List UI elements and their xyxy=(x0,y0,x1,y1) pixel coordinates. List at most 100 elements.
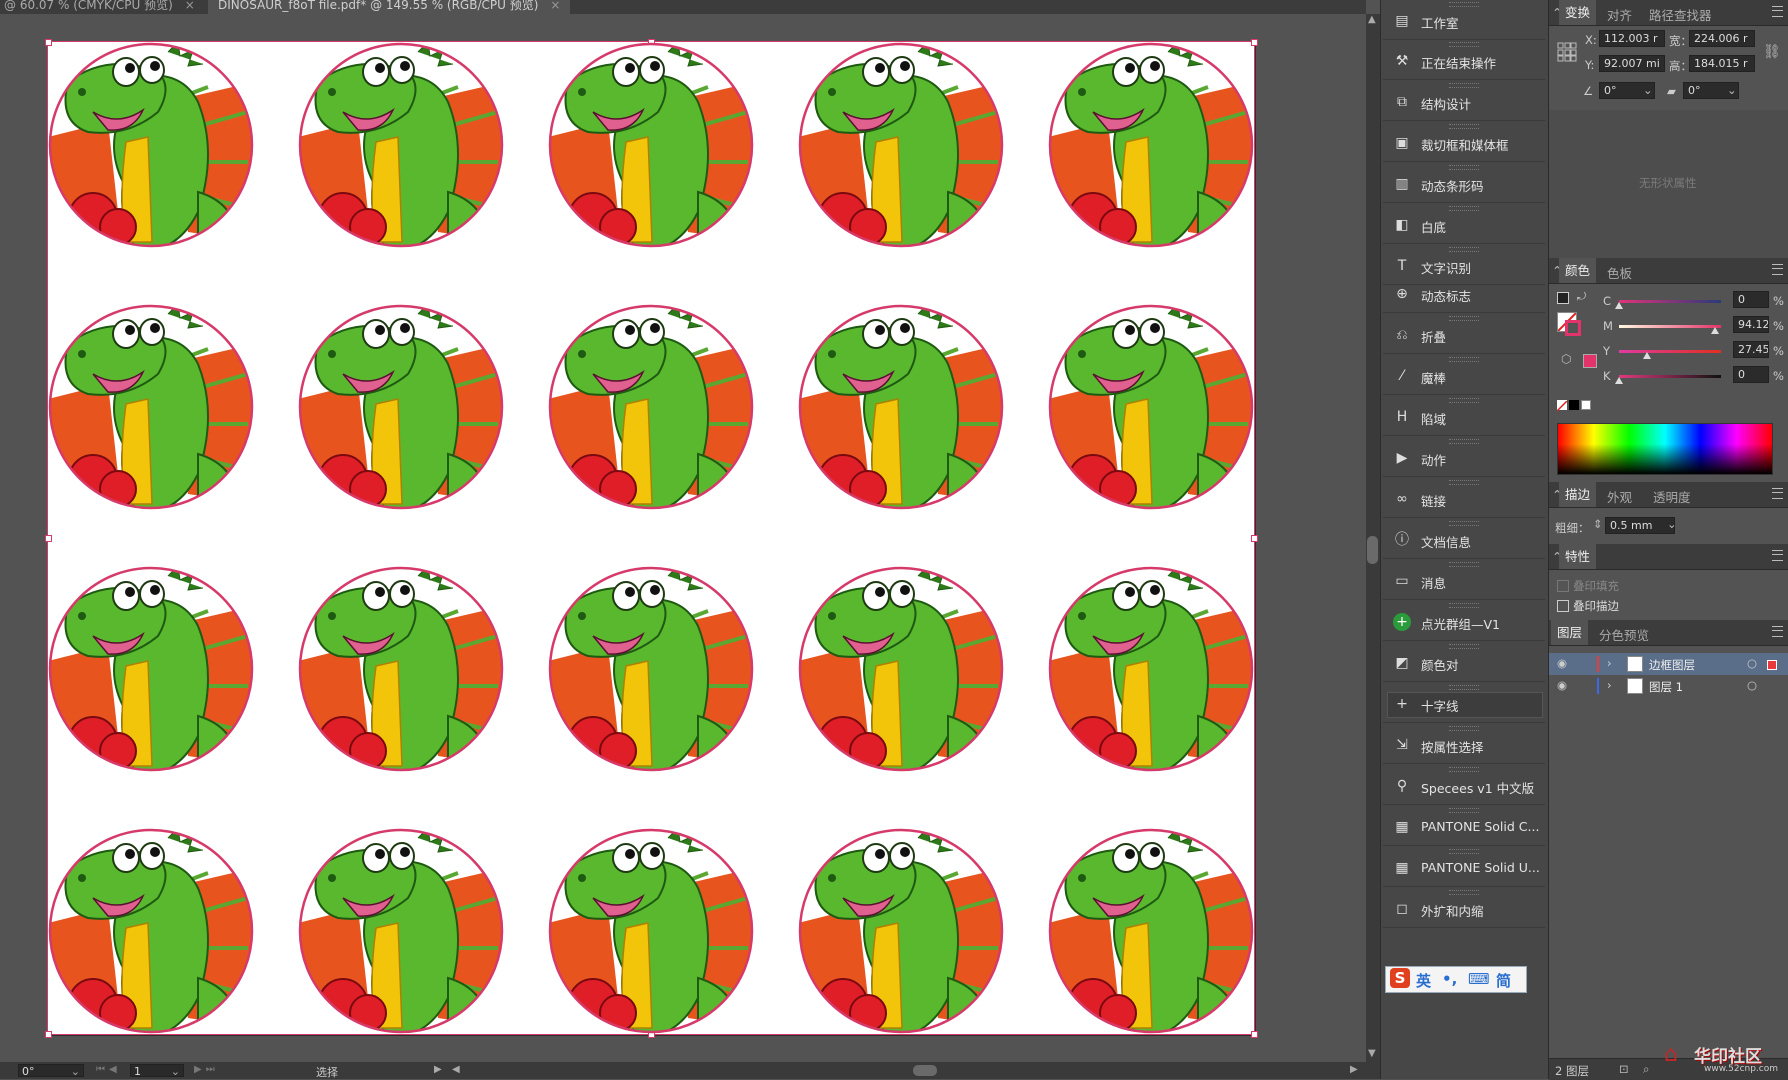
vertical-scroll-thumb[interactable] xyxy=(1367,536,1378,564)
page-field[interactable]: 1 ⌄ xyxy=(130,1064,184,1078)
overprint-stroke-checkbox[interactable] xyxy=(1557,600,1569,612)
white-swatch[interactable] xyxy=(1581,400,1591,410)
x-field[interactable]: 112.003 r xyxy=(1599,30,1665,47)
tool-item[interactable]: ⧉ 结构设计 xyxy=(1383,81,1545,121)
none-swatch[interactable] xyxy=(1556,400,1568,412)
dragon-sticker[interactable] xyxy=(48,566,254,772)
horizontal-scroll-thumb[interactable] xyxy=(913,1065,937,1076)
dragon-sticker[interactable] xyxy=(798,828,1004,1034)
dragon-sticker[interactable] xyxy=(548,828,754,1034)
grip-icon[interactable] xyxy=(1449,206,1479,211)
eye-icon[interactable]: ◉ xyxy=(1557,656,1567,670)
tool-item[interactable]: ▥ 动态条形码 xyxy=(1383,163,1545,203)
tool-item[interactable]: ∞ 链接 xyxy=(1383,478,1545,518)
target-circle-icon[interactable]: ○ xyxy=(1747,678,1757,692)
reference-point-icon[interactable] xyxy=(1557,42,1577,62)
width-field[interactable]: 224.006 r xyxy=(1689,30,1755,47)
grip-icon[interactable] xyxy=(1449,480,1479,485)
tool-item[interactable]: ⓘ 文档信息 xyxy=(1383,519,1545,559)
tool-item[interactable]: ◻ 外扩和内缩 xyxy=(1383,888,1545,928)
tab-swatches[interactable]: 色板 xyxy=(1607,263,1632,282)
tool-item[interactable]: ▭ 消息 xyxy=(1383,560,1545,600)
chevron-down-icon[interactable]: ⌄ xyxy=(71,1065,80,1078)
panel-menu-icon[interactable] xyxy=(1772,550,1783,561)
tab-layers[interactable]: 图层 xyxy=(1551,620,1589,645)
ime-punct[interactable]: •, xyxy=(1442,970,1457,988)
tab-pathfinder[interactable]: 路径查找器 xyxy=(1649,5,1712,24)
swap-colors-icon[interactable]: ⤾ xyxy=(1577,290,1586,304)
dragon-sticker[interactable] xyxy=(548,566,754,772)
channel-value-field[interactable]: 0 xyxy=(1733,366,1769,383)
tab-appearance[interactable]: 外观 xyxy=(1607,487,1632,506)
dragon-sticker[interactable] xyxy=(298,566,504,772)
grip-icon[interactable] xyxy=(1449,398,1479,403)
scroll-down-icon[interactable]: ▼ xyxy=(1368,1048,1376,1059)
grip-icon[interactable] xyxy=(1449,439,1479,444)
slider-thumb[interactable] xyxy=(1615,377,1623,384)
grip-icon[interactable] xyxy=(1449,316,1479,321)
overprint-fill-checkbox[interactable] xyxy=(1557,580,1569,592)
ime-toolbar[interactable]: S 英 •, ⌨ 简 xyxy=(1385,966,1527,993)
tool-item[interactable]: H 陷域 xyxy=(1383,396,1545,436)
ime-mode[interactable]: 简 xyxy=(1496,970,1511,991)
grip-icon[interactable] xyxy=(1449,685,1479,690)
channel-value-field[interactable]: 0 xyxy=(1733,291,1769,308)
panel-menu-icon[interactable] xyxy=(1772,626,1783,637)
grip-icon[interactable] xyxy=(1449,124,1479,129)
document-tab-2[interactable]: DINOSAUR_f8oT file.pdf* @ 149.55 % (RGB/… xyxy=(208,0,571,14)
tab-transform[interactable]: 变换 xyxy=(1559,0,1597,25)
play-icon[interactable]: ▶ xyxy=(434,1064,442,1075)
ime-lang[interactable]: 英 xyxy=(1416,970,1431,991)
panel-menu-icon[interactable] xyxy=(1772,6,1783,17)
tab-align[interactable]: 对齐 xyxy=(1607,5,1632,24)
expand-arrow-icon[interactable]: › xyxy=(1607,656,1612,670)
scroll-up-icon[interactable]: ▲ xyxy=(1368,14,1376,25)
page-nav-last-icon[interactable]: ▶⏭ xyxy=(194,1064,219,1075)
keyboard-icon[interactable]: ⌨ xyxy=(1468,970,1490,988)
slider-thumb[interactable] xyxy=(1615,302,1623,309)
channel-slider[interactable] xyxy=(1619,325,1721,328)
chevron-down-icon[interactable]: ⌄ xyxy=(171,1065,180,1078)
dragon-sticker[interactable] xyxy=(48,42,254,248)
grip-icon[interactable] xyxy=(1449,603,1479,608)
dragon-sticker[interactable] xyxy=(1048,828,1254,1034)
grip-icon[interactable] xyxy=(1449,644,1479,649)
rotation-field[interactable]: 0° ⌄ xyxy=(18,1064,84,1078)
tool-item[interactable]: + 点光群组—V1 xyxy=(1383,601,1545,641)
eye-icon[interactable]: ◉ xyxy=(1557,678,1567,692)
dragon-sticker[interactable] xyxy=(798,42,1004,248)
tool-item[interactable]: ▶ 动作 xyxy=(1383,437,1545,477)
target-circle-icon[interactable]: ○ xyxy=(1747,656,1757,670)
dragon-sticker[interactable] xyxy=(48,304,254,510)
grip-icon[interactable] xyxy=(1449,767,1479,772)
page-nav-first-icon[interactable]: ⏮◀ xyxy=(96,1064,121,1075)
channel-slider[interactable] xyxy=(1619,350,1721,353)
dragon-sticker[interactable] xyxy=(1048,566,1254,772)
document-tab-1[interactable]: @ 60.07 % (CMYK/CPU 预览) × xyxy=(0,0,205,14)
dragon-sticker[interactable] xyxy=(298,42,504,248)
tool-item[interactable]: ▦ PANTONE Solid U... xyxy=(1383,847,1545,887)
tool-item[interactable]: ⚒ 正在结束操作 xyxy=(1383,40,1545,80)
dragon-sticker[interactable] xyxy=(1048,42,1254,248)
grip-icon[interactable] xyxy=(1449,2,1479,7)
stroke-swatch[interactable] xyxy=(1565,320,1581,336)
tool-item[interactable]: ⊕ 动态标志 xyxy=(1383,273,1545,313)
tool-item[interactable]: ⁄ 魔棒 xyxy=(1383,355,1545,395)
close-icon[interactable]: × xyxy=(550,0,560,12)
channel-value-field[interactable]: 94.12 xyxy=(1733,316,1769,333)
search-icon[interactable]: ⌕ xyxy=(1643,1062,1649,1077)
slider-thumb[interactable] xyxy=(1642,352,1651,359)
panel-menu-icon[interactable] xyxy=(1772,488,1783,499)
default-colors-icon[interactable] xyxy=(1557,292,1569,304)
dragon-sticker[interactable] xyxy=(798,304,1004,510)
tool-item[interactable]: + 十字线 xyxy=(1383,683,1545,723)
tool-item[interactable]: ⚲ Specees v1 中文版 xyxy=(1383,765,1545,805)
tool-item[interactable]: ◧ 白底 xyxy=(1383,204,1545,244)
grip-icon[interactable] xyxy=(1449,165,1479,170)
layer-row[interactable]: ◉ › 边框图层 ○ xyxy=(1549,653,1788,675)
selection-indicator[interactable] xyxy=(1767,660,1777,670)
selection-handle[interactable] xyxy=(45,535,52,542)
tool-item[interactable]: ⇲ 按属性选择 xyxy=(1383,724,1545,764)
close-icon[interactable]: × xyxy=(185,0,195,12)
dragon-sticker[interactable] xyxy=(548,304,754,510)
